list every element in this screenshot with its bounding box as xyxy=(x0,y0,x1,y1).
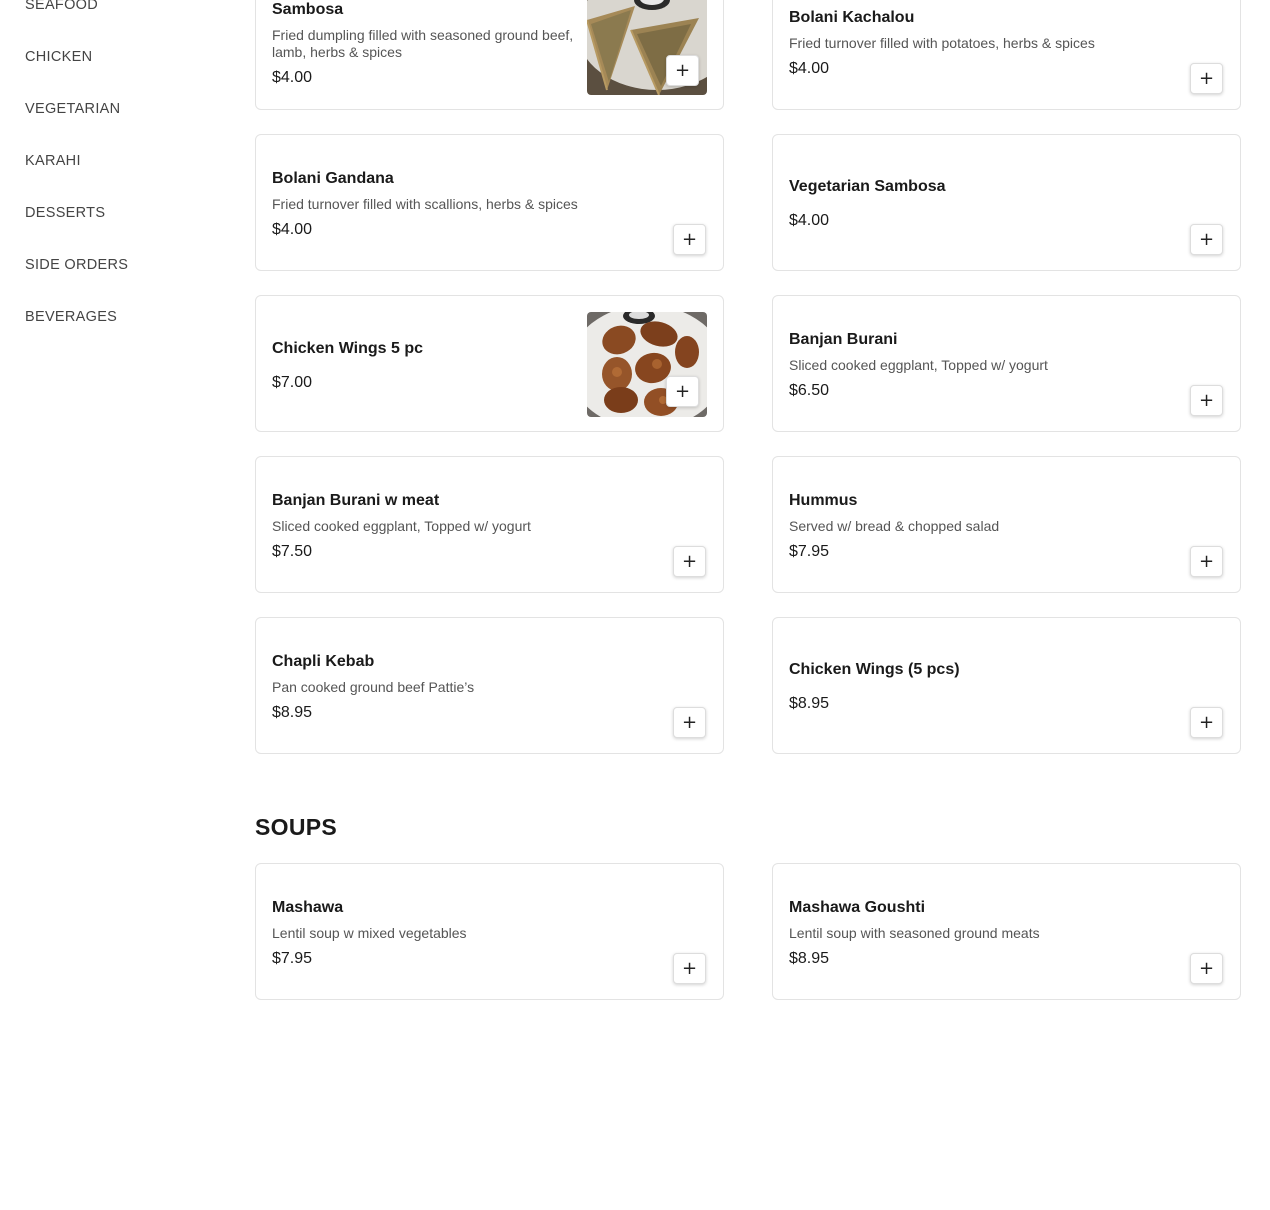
plus-icon: + xyxy=(1198,712,1215,733)
item-description: Sliced cooked eggplant, Topped w/ yogurt xyxy=(789,357,1048,373)
plus-icon: + xyxy=(681,229,698,250)
menu-item-card[interactable]: Mashawa Lentil soup w mixed vegetables $… xyxy=(255,863,724,1000)
menu-item-card[interactable]: Banjan Burani w meat Sliced cooked eggpl… xyxy=(255,456,724,593)
plus-icon: + xyxy=(1198,958,1215,979)
add-to-cart-button[interactable]: + xyxy=(1190,707,1223,738)
item-price: $8.95 xyxy=(789,950,830,967)
menu-item-card[interactable]: Banjan Burani Sliced cooked eggplant, To… xyxy=(772,295,1241,432)
add-to-cart-button[interactable]: + xyxy=(1190,546,1223,577)
plus-icon: + xyxy=(1198,68,1215,89)
plus-icon: + xyxy=(681,551,698,572)
item-description: Sliced cooked eggplant, Topped w/ yogurt xyxy=(272,518,531,534)
item-name: Banjan Burani xyxy=(789,331,898,348)
item-description: Lentil soup w mixed vegetables xyxy=(272,925,467,941)
category-chicken[interactable]: CHICKEN xyxy=(25,49,92,65)
section-title-soups: SOUPS xyxy=(255,814,338,840)
item-price: $7.00 xyxy=(272,374,313,391)
item-description: Fried turnover filled with potatoes, her… xyxy=(789,35,1095,51)
menu-item-card[interactable]: Mashawa Goushti Lentil soup with seasone… xyxy=(772,863,1241,1000)
item-name: Hummus xyxy=(789,492,858,509)
add-to-cart-button[interactable]: + xyxy=(673,707,706,738)
plus-icon: + xyxy=(674,381,691,402)
item-price: $8.95 xyxy=(789,695,830,712)
plus-icon: + xyxy=(681,712,698,733)
category-side-orders[interactable]: SIDE ORDERS xyxy=(25,257,128,273)
item-description: Fried turnover filled with scallions, he… xyxy=(272,196,578,212)
item-name: Banjan Burani w meat xyxy=(272,492,440,509)
item-price: $4.00 xyxy=(272,221,313,238)
item-name: Bolani Kachalou xyxy=(789,9,915,26)
add-to-cart-button[interactable]: + xyxy=(673,953,706,984)
item-price: $7.95 xyxy=(789,543,830,560)
add-to-cart-button[interactable]: + xyxy=(673,224,706,255)
plus-icon: + xyxy=(1198,551,1215,572)
category-vegetarian[interactable]: VEGETARIAN xyxy=(25,101,120,117)
menu-item-card[interactable]: Hummus Served w/ bread & chopped salad $… xyxy=(772,456,1241,593)
item-name: Bolani Gandana xyxy=(272,170,394,187)
menu-item-card[interactable]: Vegetarian Sambosa $4.00 + xyxy=(772,134,1241,271)
menu-item-card[interactable]: Chapli Kebab Pan cooked ground beef Patt… xyxy=(255,617,724,754)
item-name: Chapli Kebab xyxy=(272,653,375,670)
category-desserts[interactable]: DESSERTS xyxy=(25,205,105,221)
category-seafood[interactable]: SEAFOOD xyxy=(25,0,98,13)
item-price: $4.00 xyxy=(272,69,313,86)
category-beverages[interactable]: BEVERAGES xyxy=(25,309,117,325)
menu-item-card[interactable]: Chicken Wings (5 pcs) $8.95 + xyxy=(772,617,1241,754)
add-to-cart-button[interactable]: + xyxy=(1190,953,1223,984)
menu-item-card[interactable]: Sambosa Fried dumpling filled with seaso… xyxy=(255,0,724,110)
add-to-cart-button[interactable]: + xyxy=(673,546,706,577)
plus-icon: + xyxy=(681,958,698,979)
item-description: Served w/ bread & chopped salad xyxy=(789,518,1000,534)
menu-item-card[interactable]: Bolani Gandana Fried turnover filled wit… xyxy=(255,134,724,271)
item-name: Sambosa xyxy=(272,1,344,18)
menu-item-card[interactable]: Bolani Kachalou Fried turnover filled wi… xyxy=(772,0,1241,110)
item-price: $6.50 xyxy=(789,382,830,399)
item-price: $7.95 xyxy=(272,950,313,967)
item-name: Mashawa Goushti xyxy=(789,899,926,916)
item-price: $4.00 xyxy=(789,212,830,229)
add-to-cart-button[interactable]: + xyxy=(1190,224,1223,255)
add-to-cart-button[interactable]: + xyxy=(666,55,699,86)
item-name: Vegetarian Sambosa xyxy=(789,178,946,195)
item-description: Fried dumpling filled with seasoned grou… xyxy=(272,27,574,60)
item-description: Pan cooked ground beef Pattie’s xyxy=(272,679,475,695)
item-name: Chicken Wings (5 pcs) xyxy=(789,661,960,678)
add-to-cart-button[interactable]: + xyxy=(1190,63,1223,94)
item-description: Lentil soup with seasoned ground meats xyxy=(789,925,1040,941)
add-to-cart-button[interactable]: + xyxy=(666,376,699,407)
item-price: $4.00 xyxy=(789,60,830,77)
item-name: Mashawa xyxy=(272,899,344,916)
menu-item-card[interactable]: Chicken Wings 5 pc $7.00 + xyxy=(255,295,724,432)
plus-icon: + xyxy=(1198,229,1215,250)
item-price: $7.50 xyxy=(272,543,313,560)
item-name: Chicken Wings 5 pc xyxy=(272,340,423,357)
category-karahi[interactable]: KARAHI xyxy=(25,153,81,169)
item-price: $8.95 xyxy=(272,704,313,721)
plus-icon: + xyxy=(674,60,691,81)
add-to-cart-button[interactable]: + xyxy=(1190,385,1223,416)
plus-icon: + xyxy=(1198,390,1215,411)
